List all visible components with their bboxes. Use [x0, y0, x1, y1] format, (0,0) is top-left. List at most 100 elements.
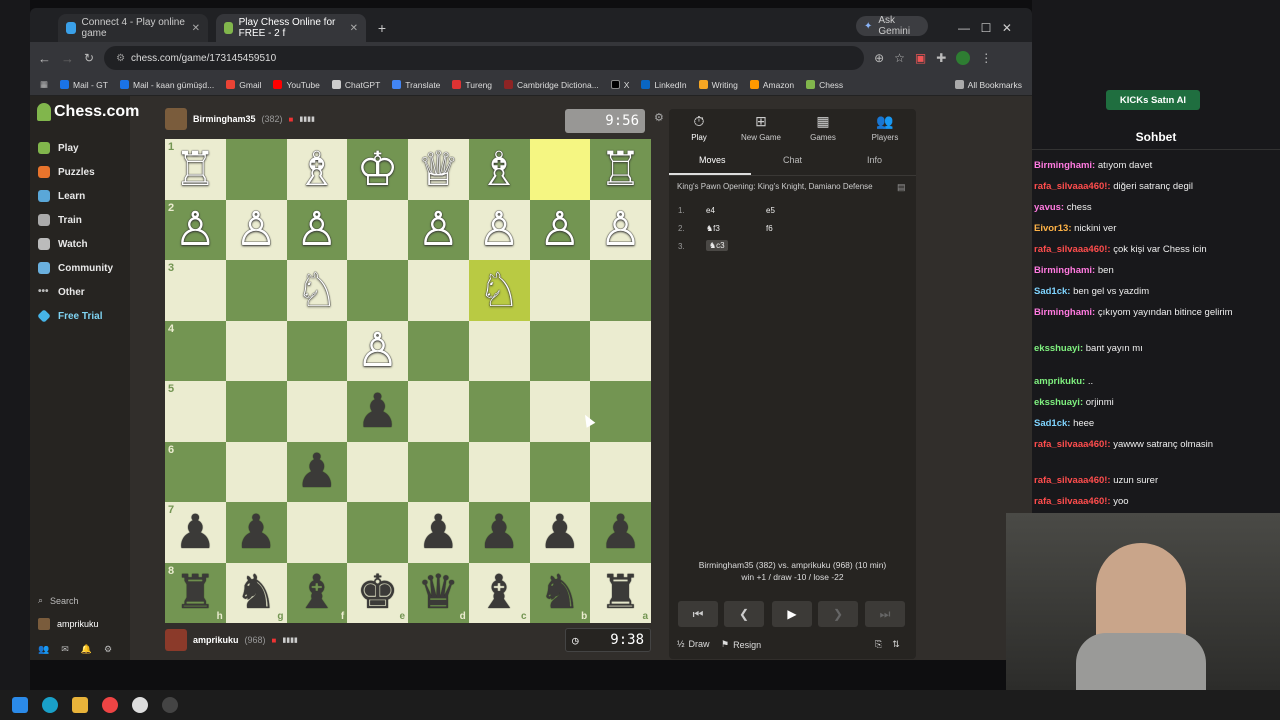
close-icon[interactable]: ✕ [192, 23, 200, 34]
black-pawn-piece[interactable]: ♟ [296, 448, 338, 495]
star-icon[interactable]: ☆ [894, 51, 905, 65]
board-square[interactable]: ♙ [408, 199, 469, 260]
avatar[interactable] [165, 629, 187, 651]
sidebar-item-learn[interactable]: Learn [38, 185, 85, 207]
white-pawn-piece[interactable]: ♙ [600, 206, 642, 253]
board-square[interactable] [529, 139, 591, 200]
avatar[interactable] [165, 108, 187, 130]
board-square[interactable] [468, 441, 530, 502]
opponent-name[interactable]: Birmingham35 [193, 114, 256, 124]
black-pawn-piece[interactable]: ♟ [417, 509, 459, 556]
bookmark-item[interactable]: Cambridge Dictiona... [504, 80, 599, 90]
bell-icon[interactable]: 🔔 [81, 644, 92, 655]
chat-username[interactable]: rafa_silvaaa460!: [1034, 181, 1111, 192]
site-info-icon[interactable]: ⚙ [116, 53, 125, 64]
white-pawn-piece[interactable]: ♙ [478, 206, 520, 253]
bookmark-item[interactable]: X [610, 80, 629, 90]
board-square[interactable]: ♟ [529, 502, 591, 563]
white-pawn-piece[interactable]: ♙ [235, 206, 277, 253]
black-bishop-piece[interactable]: ♝ [478, 569, 520, 616]
board-square[interactable]: ♙ [286, 199, 348, 260]
last-move-button[interactable]: ⏭ [865, 601, 905, 627]
board-square[interactable] [529, 381, 591, 442]
board-square[interactable]: ♙ [590, 199, 651, 260]
black-king-piece[interactable]: ♚ [357, 569, 399, 616]
black-pawn-piece[interactable]: ♟ [357, 388, 399, 435]
profile-avatar[interactable] [956, 51, 971, 65]
sidebar-search[interactable]: ⌕ Search [38, 595, 79, 606]
board-settings-icon[interactable]: ⚙ [654, 111, 664, 124]
board-square[interactable]: a ♜ [590, 562, 651, 623]
windows-start-icon[interactable] [12, 697, 28, 713]
resign-button[interactable]: ⚑ Resign [721, 639, 761, 650]
board-square[interactable] [347, 502, 408, 563]
menu-icon[interactable]: ⋮ [980, 51, 992, 65]
bookmark-item[interactable]: Writing [698, 80, 738, 90]
bookmark-item[interactable]: Amazon [749, 80, 794, 90]
bookmark-item[interactable]: YouTube [273, 80, 320, 90]
tab-new-game[interactable]: ⊞ New Game [731, 113, 791, 142]
settings-icon[interactable]: ⚙ [104, 644, 112, 655]
prev-move-button[interactable]: ❮ [724, 601, 764, 627]
white-pawn-piece[interactable]: ♙ [417, 206, 459, 253]
player-name[interactable]: amprikuku [193, 635, 239, 645]
black-rook-piece[interactable]: ♜ [174, 569, 216, 616]
opening-name[interactable]: King's Pawn Opening: King's Knight, Dami… [677, 182, 873, 191]
move-white-current[interactable]: ♞c3 [706, 240, 728, 251]
board-square[interactable]: ♔ [347, 139, 408, 200]
black-pawn-piece[interactable]: ♟ [174, 509, 216, 556]
board-square[interactable] [286, 320, 348, 381]
board-square[interactable]: ♗ [286, 139, 348, 200]
black-pawn-piece[interactable]: ♟ [478, 509, 520, 556]
sidebar-item-other[interactable]: ••• Other [38, 281, 85, 303]
tab-chess[interactable]: Play Chess Online for FREE - 2 f ✕ [216, 14, 366, 42]
white-pawn-piece[interactable]: ♙ [357, 327, 399, 374]
book-icon[interactable]: ▤ [897, 182, 906, 193]
board-square[interactable] [347, 199, 408, 260]
white-knight-piece[interactable]: ♘ [478, 267, 520, 314]
draw-button[interactable]: ½ Draw [677, 639, 710, 649]
board-square[interactable]: ♟ [286, 441, 348, 502]
file-explorer-icon[interactable] [72, 697, 88, 713]
board-square[interactable]: 3 [165, 260, 226, 321]
extension-icon[interactable]: ▣ [915, 51, 926, 65]
board-square[interactable]: ♟ [347, 381, 408, 442]
white-king-piece[interactable]: ♔ [357, 146, 399, 193]
board-square[interactable] [225, 139, 287, 200]
move-black[interactable]: e5 [766, 206, 775, 215]
board-square[interactable]: ♗ [468, 139, 530, 200]
sidebar-item-train[interactable]: Train [38, 209, 82, 231]
minimize-icon[interactable]: — [958, 21, 970, 35]
sidebar-profile[interactable]: amprikuku [38, 618, 99, 630]
messages-icon[interactable]: ✉ [61, 644, 69, 655]
board-square[interactable]: ♙ [468, 199, 530, 260]
chat-username[interactable]: Birminghami: [1034, 265, 1095, 276]
close-icon[interactable]: ✕ [350, 23, 358, 34]
board-square[interactable] [347, 441, 408, 502]
all-bookmarks[interactable]: All Bookmarks [954, 80, 1022, 90]
tab-connect4[interactable]: Connect 4 - Play online game ✕ [58, 14, 208, 42]
board-square[interactable]: ♖ [590, 139, 651, 200]
app-icon[interactable] [162, 697, 178, 713]
bookmark-item[interactable]: Mail - kaan gümüşd... [119, 80, 214, 90]
bookmark-item[interactable]: Chess [806, 80, 843, 90]
white-queen-piece[interactable]: ♕ [417, 146, 459, 193]
board-square[interactable]: e ♚ [347, 562, 408, 623]
board-square[interactable]: ♙ [347, 320, 408, 381]
chat-username[interactable]: amprikuku: [1034, 376, 1085, 387]
black-queen-piece[interactable]: ♛ [417, 569, 459, 616]
board-square[interactable] [286, 381, 348, 442]
chat-username[interactable]: rafa_silvaaa460!: [1034, 244, 1111, 255]
board-square[interactable]: 7 ♟ [165, 502, 226, 563]
board-square[interactable] [408, 381, 469, 442]
back-icon[interactable]: ← [38, 51, 51, 66]
board-square[interactable] [529, 441, 591, 502]
board-square[interactable] [286, 502, 348, 563]
bookmark-item[interactable]: Mail - GT [60, 80, 108, 90]
board-square[interactable] [468, 320, 530, 381]
sidebar-item-watch[interactable]: Watch [38, 233, 88, 255]
board-square[interactable]: b ♞ [529, 562, 591, 623]
board-square[interactable] [590, 260, 651, 321]
bookmark-item[interactable]: Gmail [226, 80, 261, 90]
url-field[interactable]: ⚙ chess.com/game/173145459510 [104, 46, 865, 70]
